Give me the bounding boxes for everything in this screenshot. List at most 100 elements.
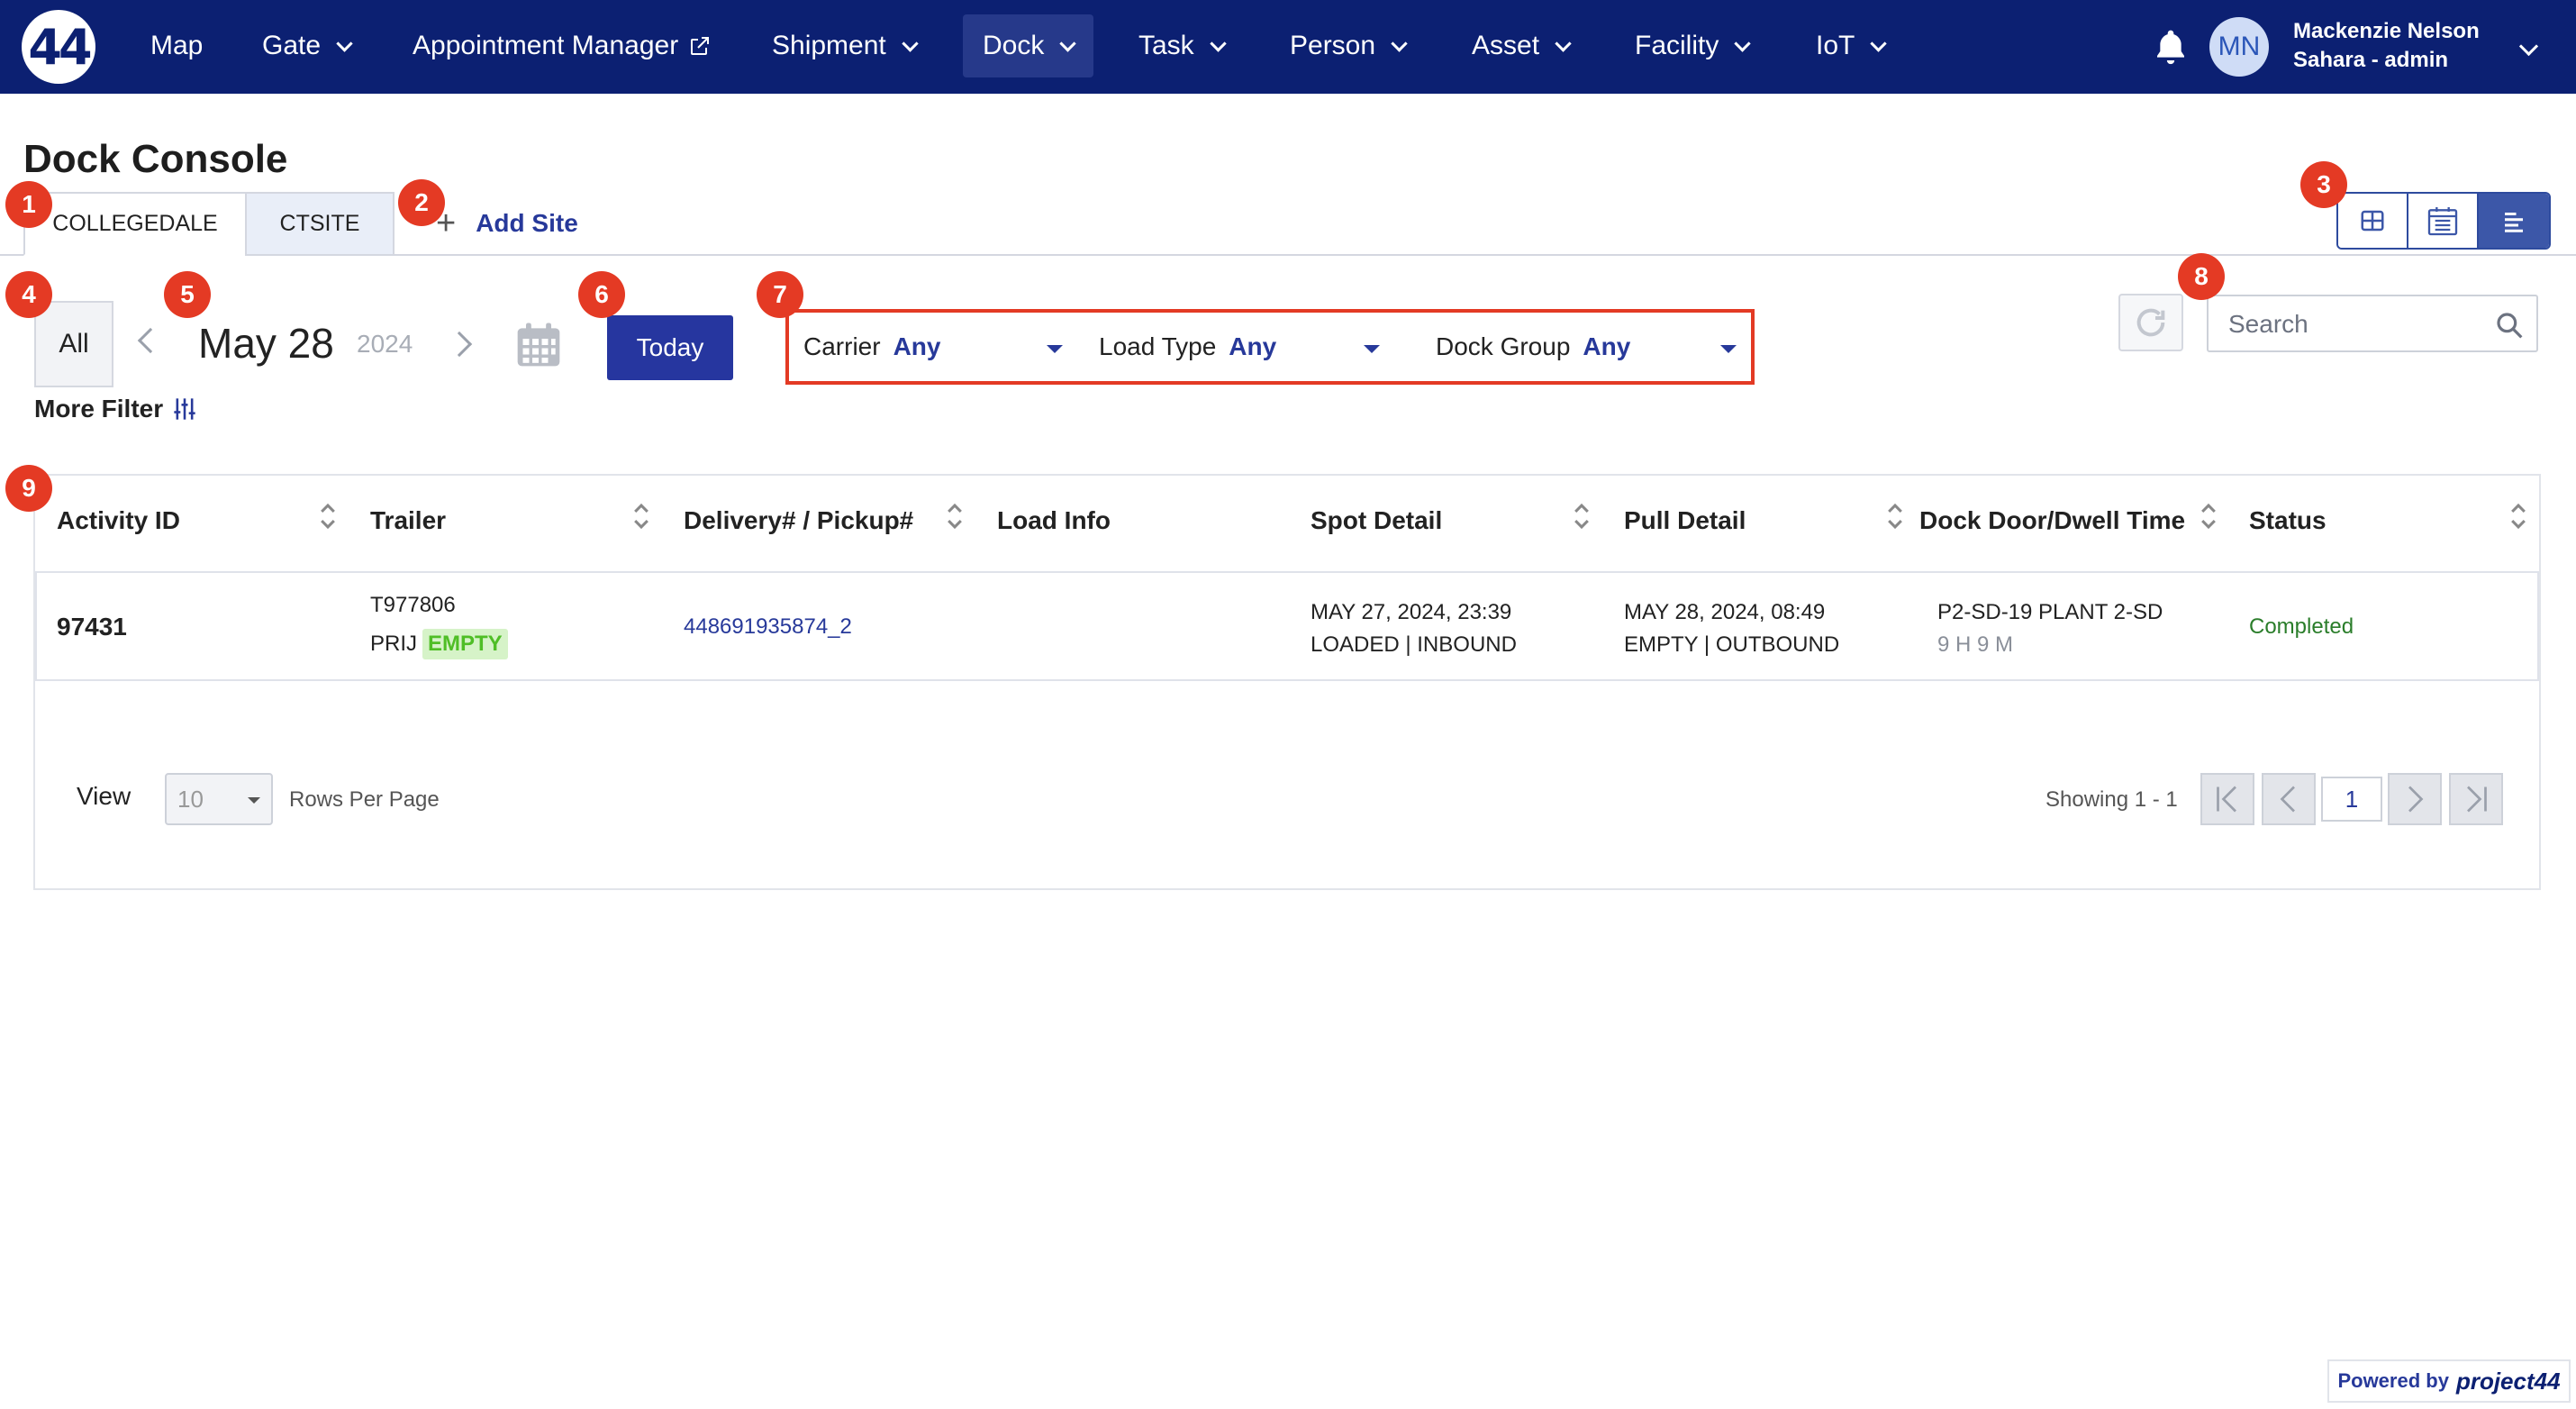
column-header-label: Activity ID <box>57 506 180 534</box>
trailer-status-badge: EMPTY <box>422 629 508 659</box>
sort-icon[interactable] <box>1572 501 1592 532</box>
carrier-filter-label: Carrier <box>803 332 881 360</box>
add-site-button[interactable]: + Add Site <box>436 205 578 242</box>
sort-icon[interactable] <box>1885 501 1905 532</box>
selected-year: 2024 <box>357 330 413 358</box>
chevron-down-icon <box>1059 34 1077 52</box>
table-row[interactable]: 97431 T977806 PRIJ EMPTY 448691935874_2 M… <box>35 571 2539 681</box>
chevron-down-icon <box>902 34 919 52</box>
carrier-filter-value: Any <box>893 332 941 360</box>
avatar[interactable]: MN <box>2209 17 2269 77</box>
nav-shipment[interactable]: Shipment <box>752 14 936 77</box>
carrier-filter[interactable]: Carrier Any <box>803 331 1065 363</box>
nav-task[interactable]: Task <box>1119 14 1244 77</box>
site-tab-collegedale[interactable]: COLLEGEDALE <box>23 192 247 256</box>
filters-group: Carrier Any Load Type Any Dock Group Any <box>785 309 1755 385</box>
column-header-status[interactable]: Status <box>2249 503 2327 539</box>
column-header-trailer[interactable]: Trailer <box>370 503 446 539</box>
more-filter-button[interactable]: More Filter <box>34 393 197 425</box>
column-header-pull-detail[interactable]: Pull Detail <box>1624 503 1746 539</box>
nav-dock[interactable]: Dock <box>963 14 1094 77</box>
delivery-number-link[interactable]: 448691935874_2 <box>684 614 852 640</box>
annotation-marker-1: 1 <box>5 181 52 228</box>
user-role: Sahara - admin <box>2293 48 2449 72</box>
external-link-icon <box>691 37 710 55</box>
refresh-button[interactable] <box>2118 294 2183 351</box>
trailer-id: T977806 <box>370 593 456 617</box>
nav-asset-label: Asset <box>1472 31 1540 60</box>
grid-view-button[interactable] <box>2338 194 2408 248</box>
today-button[interactable]: Today <box>607 315 733 380</box>
last-page-button[interactable] <box>2449 773 2503 825</box>
project44-logo[interactable]: 44 <box>22 10 95 84</box>
nav-map[interactable]: Map <box>131 14 222 77</box>
site-tab-ctsite[interactable]: CTSITE <box>245 192 395 256</box>
refresh-icon <box>2136 308 2165 337</box>
first-page-icon <box>2217 786 2236 813</box>
chevron-down-icon <box>1391 34 1408 52</box>
user-menu-chevron-icon[interactable] <box>2518 36 2539 57</box>
first-page-button[interactable] <box>2200 773 2254 825</box>
nav-map-label: Map <box>150 31 204 60</box>
annotation-marker-9: 9 <box>5 465 52 512</box>
calendar-icon[interactable] <box>513 319 564 371</box>
column-header-label: Trailer <box>370 506 447 534</box>
load-type-filter[interactable]: Load Type Any <box>1099 331 1385 363</box>
next-page-button[interactable] <box>2388 773 2442 825</box>
current-page-input[interactable]: 1 <box>2321 777 2382 822</box>
nav-gate-label: Gate <box>262 31 322 60</box>
activity-id: 97431 <box>57 613 127 641</box>
powered-by-label: Powered by <box>2337 1369 2449 1392</box>
column-header-spot-detail[interactable]: Spot Detail <box>1311 503 1442 539</box>
column-header-label: Dock Door/Dwell Time <box>1919 506 2186 534</box>
nav-appointment-manager[interactable]: Appointment Manager <box>393 14 730 77</box>
sort-icon[interactable] <box>2508 501 2528 532</box>
nav-gate[interactable]: Gate <box>242 14 370 77</box>
nav-person-label: Person <box>1290 31 1376 60</box>
column-header-activity-id[interactable]: Activity ID <box>57 503 180 539</box>
nav-facility-label: Facility <box>1635 31 1719 60</box>
all-button[interactable]: All <box>34 301 113 387</box>
search-icon[interactable] <box>2495 311 2524 340</box>
sort-icon[interactable] <box>631 501 651 532</box>
dock-door: P2-SD-19 PLANT 2-SD <box>1937 600 2163 624</box>
chevron-right-icon[interactable] <box>446 331 473 358</box>
nav-facility[interactable]: Facility <box>1615 14 1768 77</box>
sort-icon[interactable] <box>945 501 965 532</box>
nav-person[interactable]: Person <box>1270 14 1425 77</box>
trailer-carrier: PRIJ <box>370 632 418 656</box>
sort-icon[interactable] <box>2199 501 2218 532</box>
dwell-time: 9 H 9 M <box>1937 632 2014 657</box>
search-input[interactable] <box>2228 309 2490 340</box>
column-header-dock-door-dwell[interactable]: Dock Door/Dwell Time <box>1919 503 2185 539</box>
annotation-marker-4: 4 <box>5 271 52 318</box>
more-filter-label: More Filter <box>34 395 164 423</box>
list-view-button[interactable] <box>2479 194 2549 248</box>
site-tab-label: CTSITE <box>279 211 360 236</box>
rows-per-page-label: Rows Per Page <box>289 787 440 812</box>
nav-iot[interactable]: IoT <box>1796 14 1904 77</box>
chevron-down-icon <box>1734 34 1752 52</box>
sliders-icon <box>174 398 195 420</box>
column-header-delivery-pickup[interactable]: Delivery# / Pickup# <box>684 503 913 539</box>
calendar-view-button[interactable] <box>2408 194 2479 248</box>
selected-date: May 28 <box>198 320 334 367</box>
spot-state: LOADED | INBOUND <box>1311 632 1517 657</box>
user-name: Mackenzie Nelson <box>2293 19 2480 43</box>
nav-shipment-label: Shipment <box>772 31 886 60</box>
chevron-down-icon <box>1870 34 1888 52</box>
dock-group-filter[interactable]: Dock Group Any <box>1436 331 1742 363</box>
annotation-marker-8: 8 <box>2178 253 2225 300</box>
sort-icon[interactable] <box>318 501 338 532</box>
bell-icon[interactable] <box>2153 27 2189 67</box>
caret-down-icon <box>1364 345 1380 353</box>
chevron-left-icon[interactable] <box>137 327 164 354</box>
view-mode-toggle <box>2336 192 2551 250</box>
column-header-label: Delivery# / Pickup# <box>684 506 914 534</box>
previous-page-button[interactable] <box>2262 773 2316 825</box>
rows-per-page-select[interactable]: 10 <box>165 773 273 825</box>
nav-asset[interactable]: Asset <box>1452 14 1589 77</box>
load-type-filter-value: Any <box>1229 332 1277 360</box>
nav-appointment-manager-label: Appointment Manager <box>413 31 679 60</box>
powered-by-badge[interactable]: Powered by project44 <box>2327 1359 2571 1403</box>
